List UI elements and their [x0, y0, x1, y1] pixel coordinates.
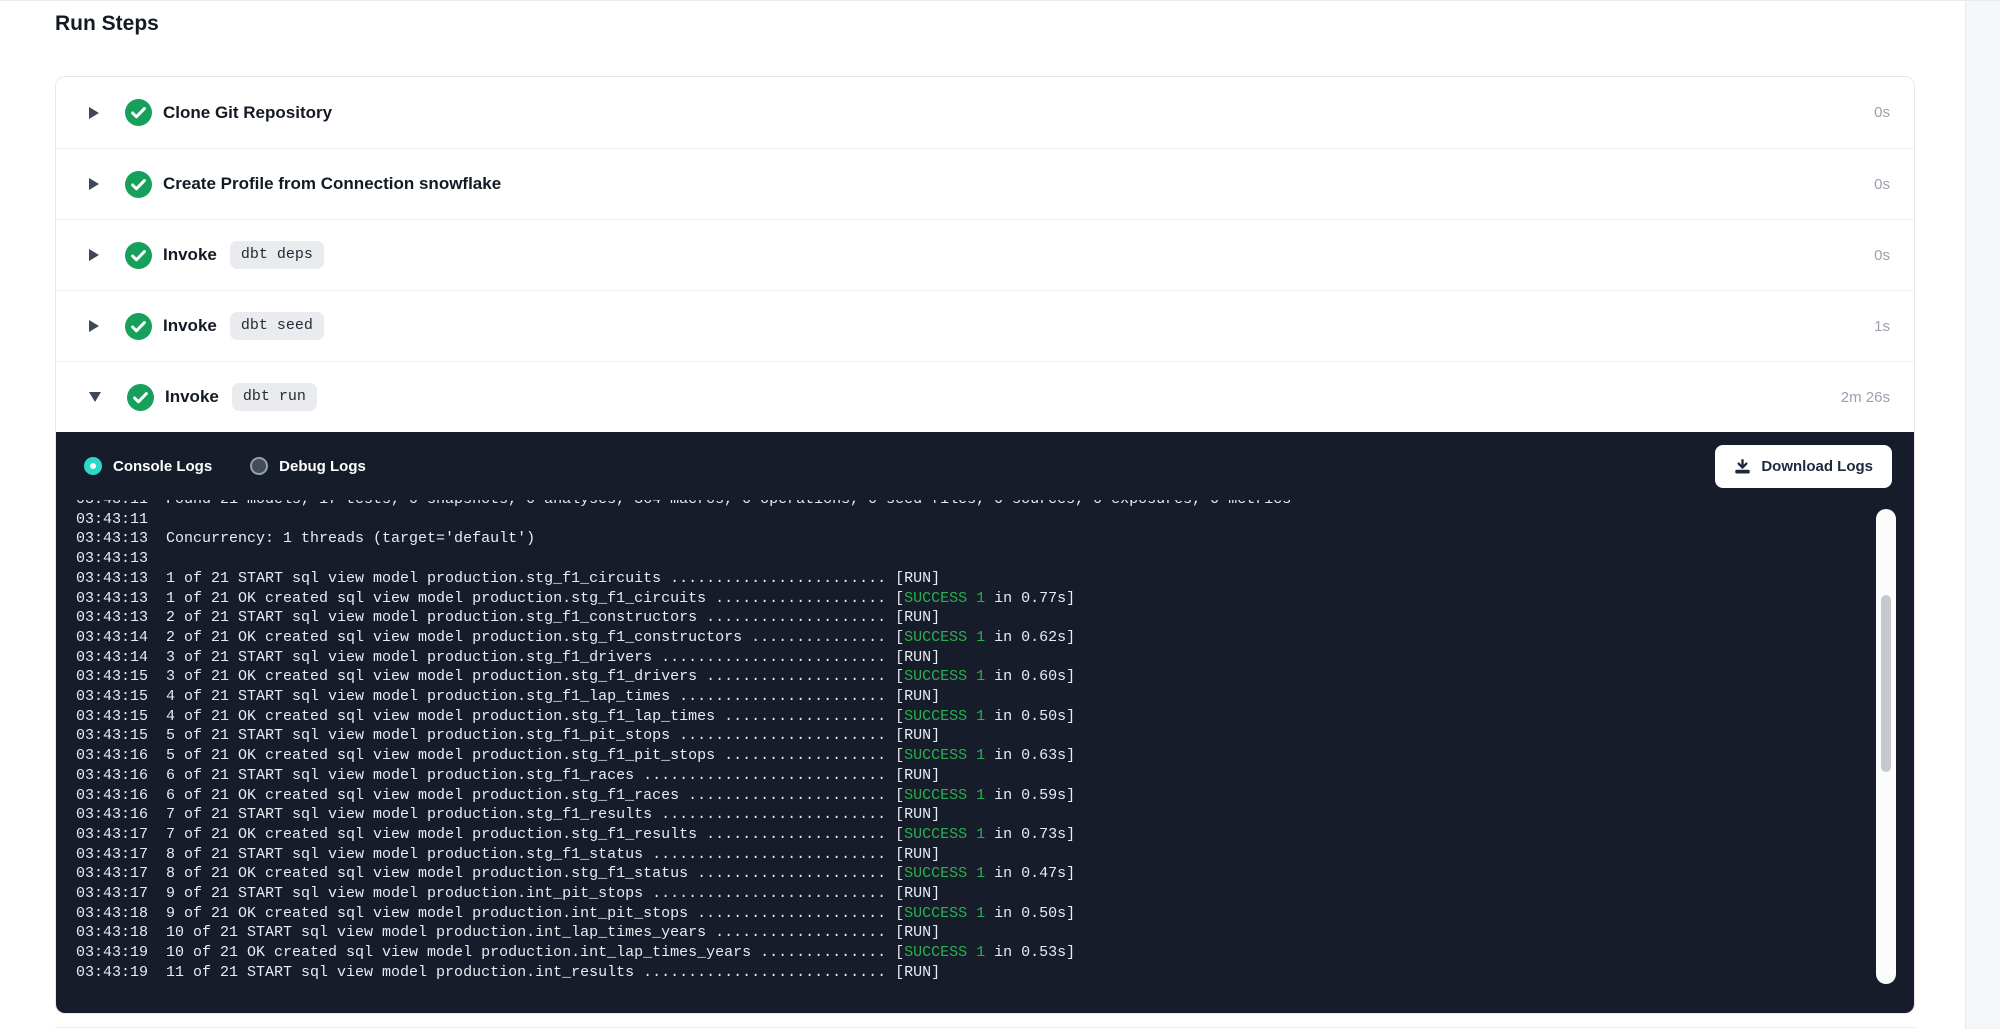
- console-panel: Console Logs Debug Logs Download Logs 03:…: [56, 432, 1914, 1014]
- radio-debug-logs[interactable]: Debug Logs: [250, 457, 366, 475]
- log-line: 03:43:14 2 of 21 OK created sql view mod…: [76, 628, 1914, 648]
- download-logs-label: Download Logs: [1761, 458, 1873, 475]
- step-command-badge: dbt run: [232, 383, 317, 411]
- log-line: 03:43:15 5 of 21 START sql view model pr…: [76, 726, 1914, 746]
- radio-label: Console Logs: [113, 458, 212, 475]
- log-line: 03:43:13 2 of 21 START sql view model pr…: [76, 608, 1914, 628]
- chevron-right-icon[interactable]: [89, 107, 99, 119]
- step-label: Invoke: [165, 387, 219, 407]
- log-success-text: SUCCESS 1: [904, 787, 985, 804]
- log-line: 03:43:15 4 of 21 START sql view model pr…: [76, 687, 1914, 707]
- log-success-text: SUCCESS 1: [904, 708, 985, 725]
- chevron-right-icon[interactable]: [89, 320, 99, 332]
- success-check-icon: [125, 313, 152, 340]
- step-row[interactable]: Invoke dbt run 2m 26s: [56, 361, 1914, 432]
- step-label: Create Profile from Connection snowflake: [163, 174, 501, 194]
- step-duration: 2m 26s: [1841, 389, 1890, 406]
- log-line: 03:43:13: [76, 549, 1914, 569]
- log-success-text: SUCCESS 1: [904, 865, 985, 882]
- log-line: 03:43:17 9 of 21 START sql view model pr…: [76, 884, 1914, 904]
- step-duration: 0s: [1874, 176, 1890, 193]
- right-panel-gutter: [1965, 1, 2000, 1029]
- log-line: 03:43:19 10 of 21 OK created sql view mo…: [76, 943, 1914, 963]
- log-success-text: SUCCESS 1: [904, 747, 985, 764]
- step-duration: 0s: [1874, 247, 1890, 264]
- log-line: 03:43:16 7 of 21 START sql view model pr…: [76, 805, 1914, 825]
- log-line: 03:43:16 6 of 21 START sql view model pr…: [76, 766, 1914, 786]
- log-line: 03:43:11 Found 21 models, 17 tests, 0 sn…: [76, 500, 1914, 510]
- radio-console-logs[interactable]: Console Logs: [84, 457, 212, 475]
- log-line: 03:43:18 10 of 21 START sql view model p…: [76, 923, 1914, 943]
- step-label: Clone Git Repository: [163, 103, 332, 123]
- log-line: 03:43:14 3 of 21 START sql view model pr…: [76, 648, 1914, 668]
- log-line: 03:43:13 1 of 21 START sql view model pr…: [76, 569, 1914, 589]
- radio-label: Debug Logs: [279, 458, 366, 475]
- success-check-icon: [127, 384, 154, 411]
- success-check-icon: [125, 171, 152, 198]
- step-duration: 1s: [1874, 318, 1890, 335]
- step-duration: 0s: [1874, 104, 1890, 121]
- next-section-divider: [55, 1027, 1915, 1028]
- log-scrollbar-track[interactable]: [1876, 509, 1896, 984]
- log-type-radio-group: Console Logs Debug Logs: [84, 457, 366, 475]
- download-icon: [1734, 458, 1751, 475]
- log-success-text: SUCCESS 1: [904, 944, 985, 961]
- log-success-text: SUCCESS 1: [904, 905, 985, 922]
- log-line: 03:43:13 1 of 21 OK created sql view mod…: [76, 589, 1914, 609]
- radio-selected-icon[interactable]: [84, 457, 102, 475]
- step-label: Invoke: [163, 316, 217, 336]
- log-line: 03:43:15 4 of 21 OK created sql view mod…: [76, 707, 1914, 727]
- page-title: Run Steps: [55, 12, 159, 36]
- log-success-text: SUCCESS 1: [904, 668, 985, 685]
- chevron-right-icon[interactable]: [89, 178, 99, 190]
- run-steps-card: Clone Git Repository0sCreate Profile fro…: [55, 76, 1915, 1014]
- step-row[interactable]: Create Profile from Connection snowflake…: [56, 148, 1914, 219]
- step-command-badge: dbt seed: [230, 312, 324, 340]
- step-row[interactable]: Clone Git Repository 0s: [56, 77, 1914, 148]
- steps-list: Clone Git Repository0sCreate Profile fro…: [56, 77, 1914, 432]
- log-viewport[interactable]: 03:43:11 Found 21 models, 17 tests, 0 sn…: [56, 500, 1914, 1014]
- step-command-badge: dbt deps: [230, 241, 324, 269]
- log-scrollbar-thumb[interactable]: [1881, 595, 1891, 772]
- log-line: 03:43:16 6 of 21 OK created sql view mod…: [76, 786, 1914, 806]
- log-line: 03:43:18 9 of 21 OK created sql view mod…: [76, 904, 1914, 924]
- log-line: 03:43:11: [76, 510, 1914, 530]
- log-line: 03:43:13 Concurrency: 1 threads (target=…: [76, 529, 1914, 549]
- log-line: 03:43:15 3 of 21 OK created sql view mod…: [76, 667, 1914, 687]
- step-label: Invoke: [163, 245, 217, 265]
- chevron-right-icon[interactable]: [89, 249, 99, 261]
- log-line: 03:43:17 8 of 21 START sql view model pr…: [76, 845, 1914, 865]
- success-check-icon: [125, 99, 152, 126]
- radio-unselected-icon[interactable]: [250, 457, 268, 475]
- download-logs-button[interactable]: Download Logs: [1715, 445, 1892, 488]
- log-line: 03:43:16 5 of 21 OK created sql view mod…: [76, 746, 1914, 766]
- log-line: 03:43:17 8 of 21 OK created sql view mod…: [76, 864, 1914, 884]
- console-header: Console Logs Debug Logs Download Logs: [56, 432, 1914, 500]
- log-content: 03:43:11 Found 21 models, 17 tests, 0 sn…: [76, 500, 1914, 983]
- log-line: 03:43:19 11 of 21 START sql view model p…: [76, 963, 1914, 983]
- success-check-icon: [125, 242, 152, 269]
- step-row[interactable]: Invoke dbt deps 0s: [56, 219, 1914, 290]
- step-row[interactable]: Invoke dbt seed 1s: [56, 290, 1914, 361]
- log-success-text: SUCCESS 1: [904, 629, 985, 646]
- log-success-text: SUCCESS 1: [904, 590, 985, 607]
- log-line: 03:43:17 7 of 21 OK created sql view mod…: [76, 825, 1914, 845]
- chevron-down-icon[interactable]: [89, 392, 101, 402]
- log-success-text: SUCCESS 1: [904, 826, 985, 843]
